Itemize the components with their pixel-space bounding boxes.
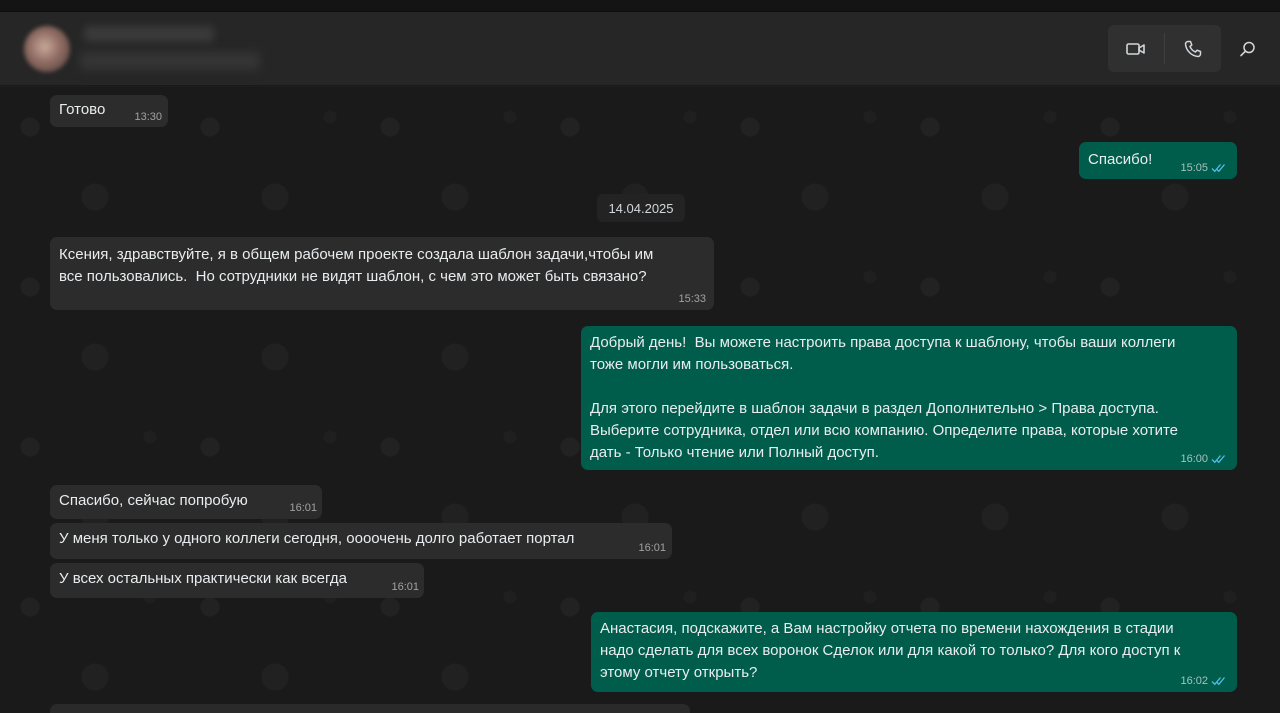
message-text: Спасибо, сейчас попробую [59, 492, 248, 509]
message-time: 13:30 [134, 111, 162, 123]
double-check-icon [1211, 677, 1225, 686]
contact-status-blurred [80, 52, 260, 70]
message-outgoing[interactable]: Спасибо! 15:05 [1079, 142, 1237, 179]
window-top-strip [0, 0, 1280, 12]
message-outgoing[interactable]: Добрый день! Вы можете настроить права д… [581, 326, 1237, 470]
message-text: Анастасия, подскажите, а Вам настройку о… [600, 620, 1181, 681]
message-incoming[interactable]: Спасибо, сейчас попробую 16:01 [50, 485, 322, 519]
message-text: У всех остальных практически как всегда [59, 570, 347, 587]
message-time: 16:00 [1180, 453, 1227, 465]
chat-header [0, 12, 1280, 86]
date-separator: 14.04.2025 [597, 194, 685, 222]
message-incoming[interactable]: У меня только у одного коллеги сегодня, … [50, 523, 672, 559]
message-incoming[interactable]: Ксения, здравствуйте, я в общем рабочем … [50, 237, 714, 310]
voice-call-button[interactable] [1165, 25, 1221, 72]
video-camera-icon [1126, 42, 1145, 55]
call-button-group [1108, 25, 1221, 72]
message-time: 15:33 [678, 293, 706, 305]
message-partially-visible[interactable] [50, 704, 690, 713]
message-list[interactable]: Готово 13:30 Спасибо! 15:05 14.04.2025 К… [0, 87, 1280, 713]
message-time: 16:02 [1180, 675, 1227, 687]
message-text: Готово [59, 101, 106, 118]
search-button[interactable] [1232, 34, 1264, 64]
message-time: 15:05 [1180, 162, 1227, 174]
message-time: 16:01 [638, 542, 666, 554]
message-text: Спасибо! [1088, 151, 1153, 168]
message-text: У меня только у одного коллеги сегодня, … [59, 530, 575, 547]
message-time: 16:01 [391, 581, 419, 593]
contact-name-blurred[interactable] [84, 26, 214, 42]
phone-icon [1184, 40, 1202, 57]
message-text: Добрый день! Вы можете настроить права д… [590, 334, 1179, 461]
video-call-button[interactable] [1108, 25, 1164, 72]
message-incoming[interactable]: У всех остальных практически как всегда … [50, 563, 424, 598]
message-text: Ксения, здравствуйте, я в общем рабочем … [59, 246, 654, 285]
message-outgoing[interactable]: Анастасия, подскажите, а Вам настройку о… [591, 612, 1237, 692]
double-check-icon [1211, 164, 1225, 173]
search-icon [1240, 41, 1255, 57]
message-incoming[interactable]: Готово 13:30 [50, 95, 168, 127]
double-check-icon [1211, 455, 1225, 464]
message-time: 16:01 [289, 502, 317, 514]
contact-avatar[interactable] [24, 26, 70, 72]
